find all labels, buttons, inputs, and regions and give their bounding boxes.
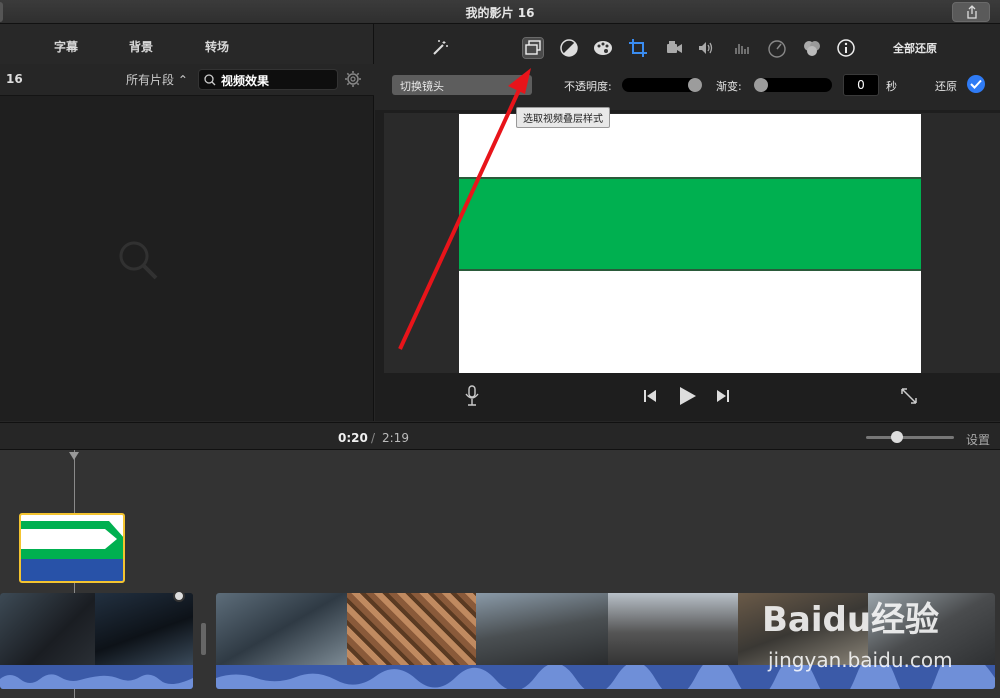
info-icon[interactable] bbox=[836, 38, 856, 58]
title-bar: 我的影片 16 bbox=[0, 0, 1000, 24]
opacity-label: 不透明度: bbox=[564, 80, 612, 93]
speed-gauge-icon[interactable] bbox=[767, 38, 787, 58]
watermark-url: jingyan.baidu.com bbox=[768, 648, 953, 672]
color-balance-icon[interactable] bbox=[559, 38, 579, 58]
clip-filter-icon[interactable] bbox=[802, 38, 822, 58]
overlay-style-value: 切换镜头 bbox=[400, 80, 444, 93]
tab-titles[interactable]: 字幕 bbox=[54, 38, 78, 55]
play-icon[interactable] bbox=[678, 385, 698, 407]
equalizer-icon[interactable] bbox=[732, 38, 752, 58]
clip-trim-handle[interactable] bbox=[201, 623, 206, 655]
clip-end-marker[interactable] bbox=[173, 590, 185, 602]
magic-wand-icon[interactable] bbox=[430, 38, 450, 58]
clip-thumbnail bbox=[608, 593, 738, 665]
clip-thumbnail bbox=[347, 593, 476, 665]
search-icon bbox=[204, 74, 216, 86]
previous-icon[interactable] bbox=[643, 389, 657, 403]
clip-filter-label: 所有片段 bbox=[126, 73, 175, 87]
playhead-handle[interactable] bbox=[69, 452, 79, 460]
overlay-clip-blue-stripe bbox=[21, 559, 123, 581]
fullscreen-icon[interactable] bbox=[900, 387, 918, 405]
fade-label: 渐变: bbox=[716, 80, 742, 93]
clip-thumbnail bbox=[95, 593, 193, 665]
overlay-controls-row: 切换镜头 不透明度: 渐变: 0 秒 还原 bbox=[375, 70, 1000, 110]
timeline-zoom-slider[interactable] bbox=[866, 431, 954, 443]
search-input-value: 视频效果 bbox=[221, 74, 270, 88]
fade-slider-knob[interactable] bbox=[754, 78, 768, 92]
clip-thumbnail bbox=[216, 593, 347, 665]
clip-thumbnail bbox=[0, 593, 95, 665]
tab-backgrounds[interactable]: 背景 bbox=[129, 38, 153, 55]
volume-icon[interactable] bbox=[696, 38, 716, 58]
microphone-icon[interactable] bbox=[465, 385, 479, 407]
time-separator: / bbox=[371, 431, 376, 445]
green-overlay-band bbox=[459, 177, 921, 271]
opacity-slider-knob[interactable] bbox=[688, 78, 702, 92]
fade-duration-input[interactable]: 0 bbox=[843, 74, 879, 96]
reset-all-button[interactable]: 全部还原 bbox=[893, 40, 937, 56]
overlay-style-dropdown[interactable]: 切换镜头 bbox=[392, 75, 532, 95]
project-number: 16 bbox=[6, 72, 23, 86]
tooltip: 选取视频叠层样式 bbox=[516, 107, 610, 128]
current-time: 0:20 bbox=[338, 431, 368, 445]
checkmark-icon bbox=[970, 79, 982, 89]
next-icon[interactable] bbox=[716, 389, 730, 403]
clip-filter-dropdown[interactable]: 所有片段 ⌃ bbox=[126, 71, 188, 88]
baidu-watermark: Baidu经验 jingyan.baidu.com bbox=[762, 592, 994, 682]
seconds-label: 秒 bbox=[886, 80, 897, 93]
tab-transitions[interactable]: 转场 bbox=[205, 38, 229, 55]
browser-filter-bar: 16 所有片段 ⌃ 视频效果 bbox=[0, 64, 374, 96]
opacity-slider[interactable] bbox=[622, 78, 702, 92]
watermark-logo: Baidu经验 bbox=[762, 600, 940, 640]
share-button[interactable] bbox=[952, 2, 990, 22]
crop-icon[interactable] bbox=[628, 38, 648, 58]
apply-checkmark-button[interactable] bbox=[967, 75, 985, 93]
playback-controls bbox=[375, 373, 1000, 421]
audio-waveform bbox=[0, 665, 193, 689]
window-title: 我的影片 16 bbox=[465, 6, 535, 20]
video-clip[interactable] bbox=[0, 593, 193, 689]
total-duration: 2:19 bbox=[382, 431, 409, 445]
browser-tabs: 字幕 背景 转场 bbox=[0, 24, 373, 64]
fade-slider[interactable] bbox=[754, 78, 832, 92]
video-overlay-icon[interactable] bbox=[522, 37, 544, 59]
timeline-header: 0:20 / 2:19 设置 bbox=[0, 422, 1000, 450]
content-browser: 字幕 背景 转场 16 所有片段 ⌃ 视频效果 bbox=[0, 24, 374, 421]
search-field[interactable]: 视频效果 bbox=[198, 69, 338, 90]
restore-label: 还原 bbox=[935, 80, 957, 93]
palette-icon[interactable] bbox=[593, 38, 613, 58]
preview-frame bbox=[459, 114, 921, 373]
overlay-clip-arrow-graphic bbox=[21, 521, 123, 557]
adjustment-toolbar: 全部还原 bbox=[375, 24, 1000, 70]
stabilization-camera-icon[interactable] bbox=[664, 38, 684, 58]
empty-search-icon bbox=[119, 241, 158, 280]
timeline-settings-button[interactable]: 设置 bbox=[966, 431, 990, 448]
chevron-updown-icon: ⌃ bbox=[177, 73, 188, 87]
share-icon bbox=[967, 5, 977, 19]
clip-thumbnail bbox=[476, 593, 608, 665]
gear-icon[interactable] bbox=[344, 70, 362, 88]
zoom-slider-knob[interactable] bbox=[891, 431, 903, 443]
overlay-clip[interactable] bbox=[19, 513, 125, 583]
